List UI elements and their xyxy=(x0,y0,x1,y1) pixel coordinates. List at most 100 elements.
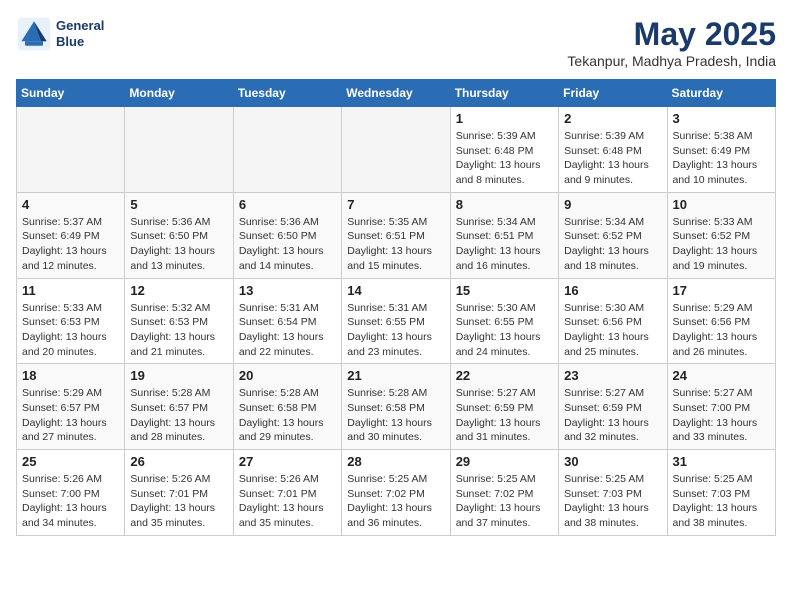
day-number: 16 xyxy=(564,283,661,298)
day-info: Sunrise: 5:34 AM Sunset: 6:52 PM Dayligh… xyxy=(564,215,661,274)
day-info: Sunrise: 5:25 AM Sunset: 7:02 PM Dayligh… xyxy=(456,472,553,531)
calendar-cell: 16Sunrise: 5:30 AM Sunset: 6:56 PM Dayli… xyxy=(559,278,667,364)
week-row-2: 4 Sunrise: 5:37 AM Sunset: 6:49 PM Daylig… xyxy=(17,192,776,278)
day-number: 6 xyxy=(239,197,336,212)
day-info: Sunrise: 5:28 AM Sunset: 6:58 PM Dayligh… xyxy=(239,386,336,445)
calendar-cell: 19 Sunrise: 5:28 AM Sunset: 6:57 PM Dayli… xyxy=(125,364,233,450)
day-info: Sunrise: 5:35 AM Sunset: 6:51 PM Dayligh… xyxy=(347,215,444,274)
day-number: 13 xyxy=(239,283,336,298)
calendar-cell: 1 Sunrise: 5:39 AM Sunset: 6:48 PM Daylig… xyxy=(450,107,558,193)
day-number: 23 xyxy=(564,368,661,383)
calendar-cell: 9 Sunrise: 5:34 AM Sunset: 6:52 PM Daylig… xyxy=(559,192,667,278)
day-info: Sunrise: 5:25 AM Sunset: 7:03 PM Dayligh… xyxy=(673,472,770,531)
day-number: 2 xyxy=(564,111,661,126)
calendar-cell: 31 Sunrise: 5:25 AM Sunset: 7:03 PM Dayli… xyxy=(667,450,775,536)
day-number: 1 xyxy=(456,111,553,126)
day-info: Sunrise: 5:29 AM Sunset: 6:57 PM Dayligh… xyxy=(22,386,119,445)
calendar-cell: 14 Sunrise: 5:31 AM Sunset: 6:55 PM Dayli… xyxy=(342,278,450,364)
header-row: SundayMondayTuesdayWednesdayThursdayFrid… xyxy=(17,80,776,107)
day-info: Sunrise: 5:30 AM Sunset: 6:55 PM Dayligh… xyxy=(456,301,553,360)
logo-icon xyxy=(16,16,52,52)
day-info: Sunrise: 5:29 AM Sunset: 6:56 PM Dayligh… xyxy=(673,301,770,360)
main-title: May 2025 xyxy=(567,16,776,53)
day-number: 5 xyxy=(130,197,227,212)
calendar-cell: 4 Sunrise: 5:37 AM Sunset: 6:49 PM Daylig… xyxy=(17,192,125,278)
day-info: Sunrise: 5:31 AM Sunset: 6:54 PM Dayligh… xyxy=(239,301,336,360)
calendar-cell xyxy=(125,107,233,193)
column-header-wednesday: Wednesday xyxy=(342,80,450,107)
day-info: Sunrise: 5:36 AM Sunset: 6:50 PM Dayligh… xyxy=(130,215,227,274)
calendar-cell xyxy=(342,107,450,193)
day-number: 22 xyxy=(456,368,553,383)
calendar-cell: 2 Sunrise: 5:39 AM Sunset: 6:48 PM Daylig… xyxy=(559,107,667,193)
day-number: 7 xyxy=(347,197,444,212)
day-info: Sunrise: 5:28 AM Sunset: 6:57 PM Dayligh… xyxy=(130,386,227,445)
calendar-cell xyxy=(17,107,125,193)
day-number: 3 xyxy=(673,111,770,126)
day-number: 29 xyxy=(456,454,553,469)
day-info: Sunrise: 5:37 AM Sunset: 6:49 PM Dayligh… xyxy=(22,215,119,274)
day-info: Sunrise: 5:36 AM Sunset: 6:50 PM Dayligh… xyxy=(239,215,336,274)
logo: General Blue xyxy=(16,16,104,52)
day-number: 20 xyxy=(239,368,336,383)
week-row-1: 1 Sunrise: 5:39 AM Sunset: 6:48 PM Daylig… xyxy=(17,107,776,193)
day-info: Sunrise: 5:27 AM Sunset: 6:59 PM Dayligh… xyxy=(456,386,553,445)
day-info: Sunrise: 5:32 AM Sunset: 6:53 PM Dayligh… xyxy=(130,301,227,360)
day-info: Sunrise: 5:38 AM Sunset: 6:49 PM Dayligh… xyxy=(673,129,770,188)
day-info: Sunrise: 5:26 AM Sunset: 7:00 PM Dayligh… xyxy=(22,472,119,531)
calendar-cell: 10 Sunrise: 5:33 AM Sunset: 6:52 PM Dayli… xyxy=(667,192,775,278)
calendar-cell: 27Sunrise: 5:26 AM Sunset: 7:01 PM Dayli… xyxy=(233,450,341,536)
day-number: 14 xyxy=(347,283,444,298)
calendar-cell: 24Sunrise: 5:27 AM Sunset: 7:00 PM Dayli… xyxy=(667,364,775,450)
week-row-5: 25 Sunrise: 5:26 AM Sunset: 7:00 PM Dayli… xyxy=(17,450,776,536)
calendar-cell: 8Sunrise: 5:34 AM Sunset: 6:51 PM Daylig… xyxy=(450,192,558,278)
day-number: 25 xyxy=(22,454,119,469)
day-info: Sunrise: 5:39 AM Sunset: 6:48 PM Dayligh… xyxy=(564,129,661,188)
day-number: 24 xyxy=(673,368,770,383)
calendar-cell: 23 Sunrise: 5:27 AM Sunset: 6:59 PM Dayli… xyxy=(559,364,667,450)
day-number: 19 xyxy=(130,368,227,383)
calendar-cell: 6 Sunrise: 5:36 AM Sunset: 6:50 PM Daylig… xyxy=(233,192,341,278)
day-number: 26 xyxy=(130,454,227,469)
day-number: 4 xyxy=(22,197,119,212)
day-number: 28 xyxy=(347,454,444,469)
day-number: 10 xyxy=(673,197,770,212)
title-block: May 2025 Tekanpur, Madhya Pradesh, India xyxy=(567,16,776,69)
day-number: 9 xyxy=(564,197,661,212)
calendar-cell: 29 Sunrise: 5:25 AM Sunset: 7:02 PM Dayli… xyxy=(450,450,558,536)
calendar-cell: 30Sunrise: 5:25 AM Sunset: 7:03 PM Dayli… xyxy=(559,450,667,536)
column-header-sunday: Sunday xyxy=(17,80,125,107)
day-info: Sunrise: 5:39 AM Sunset: 6:48 PM Dayligh… xyxy=(456,129,553,188)
day-number: 15 xyxy=(456,283,553,298)
day-number: 27 xyxy=(239,454,336,469)
calendar-cell: 17 Sunrise: 5:29 AM Sunset: 6:56 PM Dayli… xyxy=(667,278,775,364)
calendar-cell: 11 Sunrise: 5:33 AM Sunset: 6:53 PM Dayli… xyxy=(17,278,125,364)
column-header-tuesday: Tuesday xyxy=(233,80,341,107)
day-number: 17 xyxy=(673,283,770,298)
day-info: Sunrise: 5:27 AM Sunset: 6:59 PM Dayligh… xyxy=(564,386,661,445)
day-info: Sunrise: 5:33 AM Sunset: 6:52 PM Dayligh… xyxy=(673,215,770,274)
calendar-cell: 5 Sunrise: 5:36 AM Sunset: 6:50 PM Daylig… xyxy=(125,192,233,278)
calendar-table: SundayMondayTuesdayWednesdayThursdayFrid… xyxy=(16,79,776,536)
day-info: Sunrise: 5:26 AM Sunset: 7:01 PM Dayligh… xyxy=(130,472,227,531)
calendar-cell: 12Sunrise: 5:32 AM Sunset: 6:53 PM Dayli… xyxy=(125,278,233,364)
week-row-3: 11 Sunrise: 5:33 AM Sunset: 6:53 PM Dayli… xyxy=(17,278,776,364)
calendar-cell: 20 Sunrise: 5:28 AM Sunset: 6:58 PM Dayli… xyxy=(233,364,341,450)
column-header-monday: Monday xyxy=(125,80,233,107)
column-header-thursday: Thursday xyxy=(450,80,558,107)
calendar-cell: 3 Sunrise: 5:38 AM Sunset: 6:49 PM Daylig… xyxy=(667,107,775,193)
calendar-cell: 15 Sunrise: 5:30 AM Sunset: 6:55 PM Dayli… xyxy=(450,278,558,364)
calendar-cell: 21Sunrise: 5:28 AM Sunset: 6:58 PM Dayli… xyxy=(342,364,450,450)
day-info: Sunrise: 5:25 AM Sunset: 7:02 PM Dayligh… xyxy=(347,472,444,531)
calendar-cell xyxy=(233,107,341,193)
day-info: Sunrise: 5:25 AM Sunset: 7:03 PM Dayligh… xyxy=(564,472,661,531)
calendar-cell: 18Sunrise: 5:29 AM Sunset: 6:57 PM Dayli… xyxy=(17,364,125,450)
calendar-cell: 25 Sunrise: 5:26 AM Sunset: 7:00 PM Dayli… xyxy=(17,450,125,536)
week-row-4: 18Sunrise: 5:29 AM Sunset: 6:57 PM Dayli… xyxy=(17,364,776,450)
day-info: Sunrise: 5:28 AM Sunset: 6:58 PM Dayligh… xyxy=(347,386,444,445)
day-number: 11 xyxy=(22,283,119,298)
day-info: Sunrise: 5:33 AM Sunset: 6:53 PM Dayligh… xyxy=(22,301,119,360)
day-info: Sunrise: 5:31 AM Sunset: 6:55 PM Dayligh… xyxy=(347,301,444,360)
calendar-cell: 28 Sunrise: 5:25 AM Sunset: 7:02 PM Dayli… xyxy=(342,450,450,536)
day-number: 31 xyxy=(673,454,770,469)
